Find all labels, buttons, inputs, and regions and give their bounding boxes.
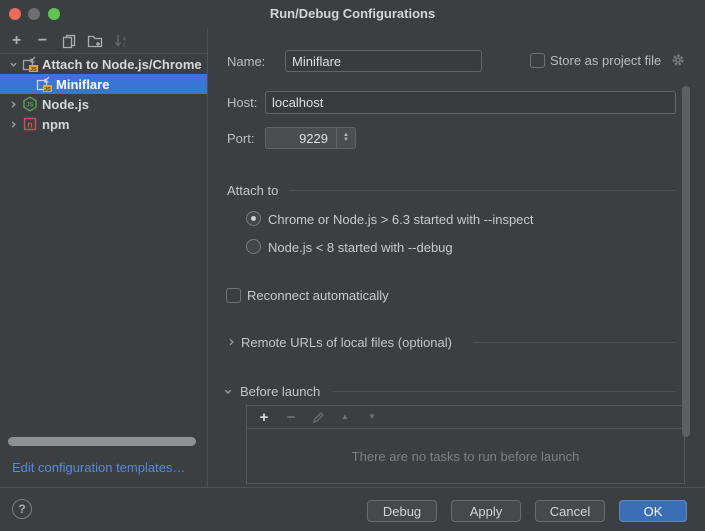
sort-configurations-button[interactable]: az — [112, 32, 129, 49]
before-launch-section-toggle[interactable]: Before launch — [240, 384, 320, 399]
window-title: Run/Debug Configurations — [0, 6, 705, 21]
move-task-down-button: ▼ — [365, 410, 379, 424]
svg-text:n: n — [27, 120, 33, 130]
minus-icon: − — [287, 410, 296, 425]
edit-configuration-templates-link[interactable]: Edit configuration templates… — [12, 460, 185, 475]
port-input[interactable] — [266, 128, 336, 148]
attach-to-section-label: Attach to — [227, 183, 278, 198]
sidebar-toolbar: + − az — [0, 28, 207, 54]
radio-node-debug[interactable] — [246, 239, 261, 254]
add-task-button[interactable]: + — [257, 410, 271, 424]
help-button[interactable]: ? — [12, 499, 32, 519]
port-label: Port: — [227, 131, 254, 146]
npm-icon: n — [22, 116, 38, 132]
attach-to-separator — [290, 190, 676, 191]
no-tasks-message: There are no tasks to run before launch — [247, 429, 684, 484]
copy-icon — [61, 33, 77, 49]
remote-urls-section-toggle[interactable]: Remote URLs of local files (optional) — [241, 335, 452, 350]
svg-text:JS: JS — [44, 87, 51, 92]
host-label: Host: — [227, 95, 257, 110]
port-stepper[interactable]: ▲ ▼ — [336, 128, 355, 148]
remove-configuration-button[interactable]: − — [34, 32, 51, 49]
apply-button[interactable]: Apply — [451, 500, 521, 522]
tree-item-label: npm — [42, 117, 69, 132]
chevron-down-icon[interactable] — [6, 60, 20, 69]
host-input[interactable] — [265, 91, 676, 114]
svg-text:z: z — [122, 43, 125, 49]
run-debug-configurations-dialog: Run/Debug Configurations + − — [0, 0, 705, 531]
sort-az-icon: az — [113, 33, 129, 49]
ok-button[interactable]: OK — [619, 500, 687, 522]
reconnect-automatically-label: Reconnect automatically — [247, 288, 389, 303]
svg-text:JS: JS — [26, 103, 33, 109]
remove-task-button: − — [284, 410, 298, 424]
titlebar: Run/Debug Configurations — [0, 0, 705, 28]
chevron-right-icon[interactable] — [6, 120, 20, 129]
tree-item-label: Attach to Node.js/Chrome — [42, 57, 202, 72]
create-folder-button[interactable] — [86, 32, 103, 49]
configurations-tree: JS Attach to Node.js/Chrome JS Miniflare… — [0, 54, 207, 134]
horizontal-scrollbar[interactable] — [8, 437, 196, 446]
nodejs-icon: JS — [22, 96, 38, 112]
attach-nodejs-icon: JS — [36, 76, 52, 92]
svg-text:JS: JS — [30, 67, 37, 72]
tree-item-nodejs[interactable]: JS Node.js — [0, 94, 207, 114]
tree-item-label: Miniflare — [56, 77, 109, 92]
before-launch-toolbar: + − ▲ ▼ — [247, 406, 684, 429]
debug-button[interactable]: Debug — [367, 500, 437, 522]
remote-urls-separator — [474, 342, 676, 343]
store-as-project-file-label: Store as project file — [550, 53, 661, 68]
plus-icon: + — [12, 33, 21, 49]
radio-selected-dot — [251, 216, 256, 221]
edit-task-button — [311, 410, 325, 424]
move-task-up-button: ▲ — [338, 410, 352, 424]
vertical-scrollbar[interactable] — [682, 86, 690, 437]
before-launch-panel: + − ▲ ▼ There are no tasks to run before… — [246, 405, 685, 484]
svg-text:a: a — [122, 36, 126, 42]
question-mark-icon: ? — [18, 502, 25, 516]
tree-item-miniflare[interactable]: JS Miniflare — [0, 74, 207, 94]
name-input[interactable] — [285, 50, 482, 72]
attach-nodejs-icon: JS — [22, 56, 38, 72]
radio-node-debug-label: Node.js < 8 started with --debug — [268, 240, 453, 255]
chevron-right-icon[interactable] — [6, 100, 20, 109]
chevron-down-icon[interactable] — [224, 388, 234, 398]
arrow-up-icon: ▲ — [341, 413, 349, 421]
radio-chrome-inspect[interactable] — [246, 211, 261, 226]
radio-chrome-inspect-label: Chrome or Node.js > 6.3 started with --i… — [268, 212, 534, 227]
port-spinner-field: ▲ ▼ — [265, 127, 356, 149]
new-folder-icon — [87, 33, 103, 49]
cancel-button[interactable]: Cancel — [535, 500, 605, 522]
tree-item-attach-to-node-chrome[interactable]: JS Attach to Node.js/Chrome — [0, 54, 207, 74]
copy-configuration-button[interactable] — [60, 32, 77, 49]
add-configuration-button[interactable]: + — [8, 32, 25, 49]
reconnect-automatically-checkbox[interactable] — [226, 288, 241, 303]
plus-icon: + — [260, 410, 269, 425]
name-label: Name: — [227, 54, 265, 69]
store-as-project-file-checkbox[interactable] — [530, 53, 545, 68]
gear-icon[interactable] — [671, 53, 685, 67]
configurations-sidebar: + − az — [0, 28, 208, 487]
tree-item-label: Node.js — [42, 97, 89, 112]
arrow-down-icon: ▼ — [368, 413, 376, 421]
dialog-footer: ? Debug Apply Cancel OK — [0, 487, 705, 531]
before-launch-separator — [332, 391, 676, 392]
pencil-icon — [312, 411, 325, 424]
chevron-right-icon[interactable] — [227, 338, 237, 348]
minus-icon: − — [38, 33, 47, 49]
tree-item-npm[interactable]: n npm — [0, 114, 207, 134]
spinner-down-icon[interactable]: ▼ — [343, 138, 349, 143]
